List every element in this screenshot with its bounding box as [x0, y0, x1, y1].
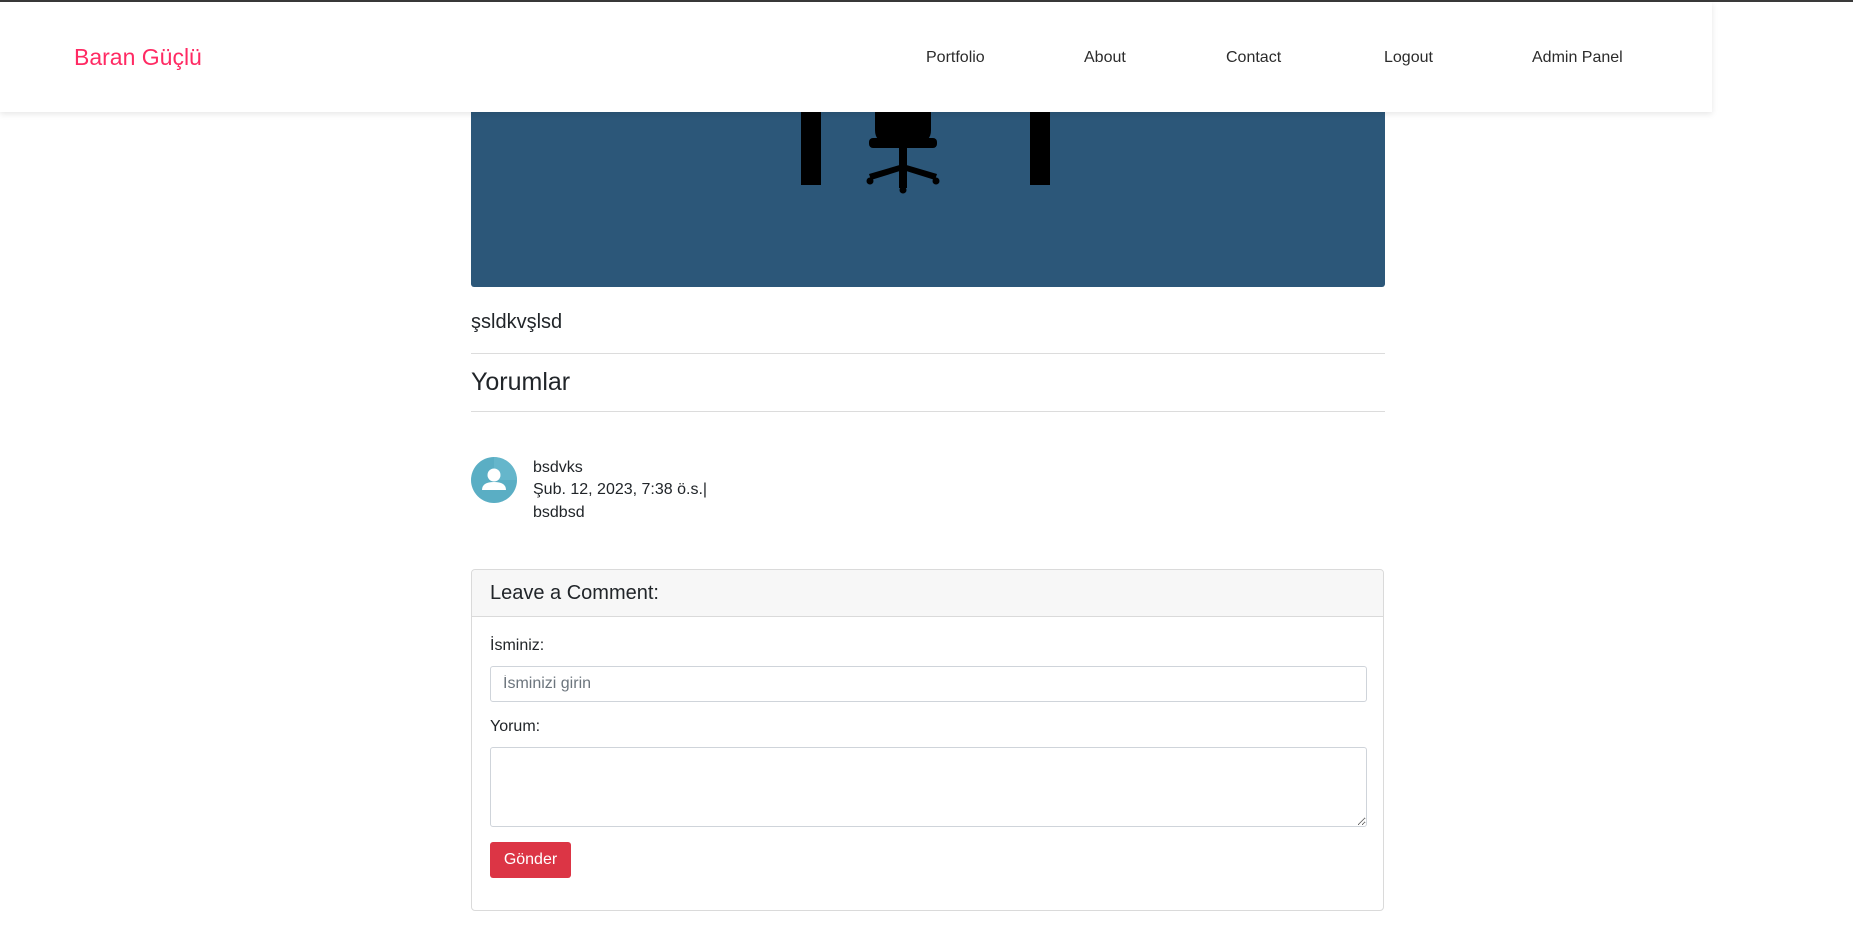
nav-about-link[interactable]: About — [1084, 49, 1126, 67]
comment-author: bsdvks — [533, 459, 583, 476]
comment-form-card: Leave a Comment: İsminiz: Yorum: Gönder — [471, 569, 1384, 911]
divider — [471, 411, 1385, 412]
nav-portfolio-link[interactable]: Portfolio — [926, 49, 985, 67]
comment-form-header: Leave a Comment: — [472, 570, 1383, 617]
comment-date: Şub. 12, 2023, 7:38 ö.s.| — [533, 481, 708, 498]
comment-form-title: Leave a Comment: — [490, 582, 659, 604]
divider — [471, 353, 1385, 354]
nav-admin-panel-link[interactable]: Admin Panel — [1532, 49, 1623, 67]
nav-contact-link[interactable]: Contact — [1226, 49, 1281, 67]
name-label: İsminiz: — [490, 637, 545, 654]
user-avatar-icon — [471, 457, 517, 503]
comment-textarea[interactable] — [490, 747, 1367, 827]
comment-body: bsdbsd — [533, 504, 585, 521]
comment-label: Yorum: — [490, 718, 541, 735]
brand-logo-link[interactable]: Baran Güçlü — [74, 44, 202, 71]
submit-button[interactable]: Gönder — [490, 842, 571, 878]
post-hero-image — [471, 90, 1385, 287]
office-chair-desk-icon — [801, 90, 1050, 194]
nav-logout-link[interactable]: Logout — [1384, 49, 1433, 67]
navbar: Baran Güçlü Portfolio About Contact Logo… — [0, 2, 1712, 112]
comments-title: Yorumlar — [471, 368, 571, 396]
post-body: şsldkvşlsd — [471, 311, 563, 333]
name-input[interactable] — [490, 666, 1367, 702]
